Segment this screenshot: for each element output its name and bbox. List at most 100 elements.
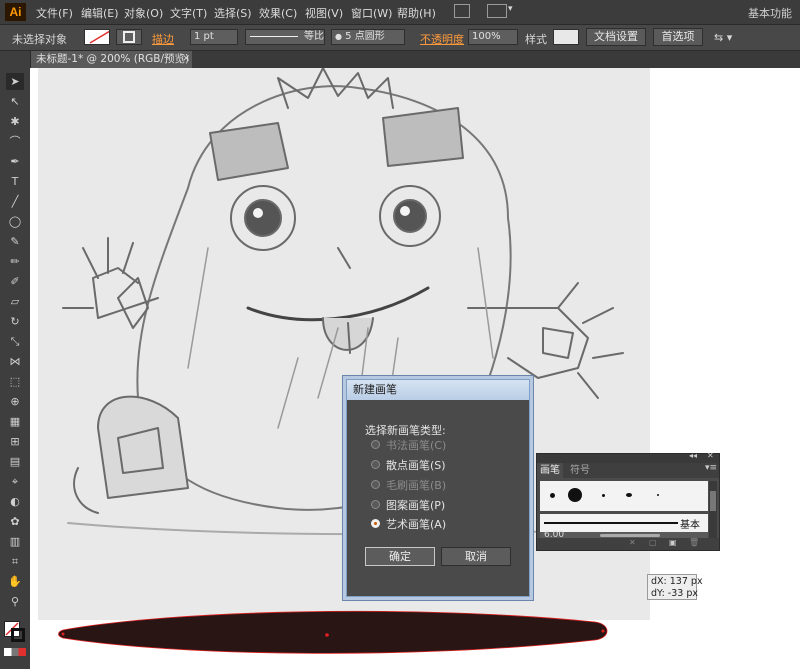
menu-help[interactable]: 帮助(H) [397, 5, 436, 21]
type-tool-icon[interactable]: T [6, 173, 24, 190]
none-fill-icon [89, 30, 109, 44]
stroke-swatch[interactable] [116, 29, 142, 45]
menu-type[interactable]: 文字(T) [170, 5, 207, 21]
brush-type-prompt: 选择新画笔类型: [365, 424, 446, 437]
eraser-tool-icon[interactable]: ▱ [6, 293, 24, 310]
brush-definition-label: 5 点圆形 [345, 31, 385, 42]
brush-stroke-shape[interactable] [55, 608, 615, 668]
option-scatter-label[interactable]: 散点画笔(S) [386, 457, 446, 473]
brush-preview-stroke [600, 534, 660, 537]
close-tab-icon[interactable]: × [182, 53, 190, 64]
variable-width-profile[interactable]: 等比 [245, 29, 325, 45]
menu-file[interactable]: 文件(F) [36, 5, 73, 21]
option-art-label[interactable]: 艺术画笔(A) [386, 516, 446, 532]
free-transform-tool-icon[interactable]: ⬚ [6, 373, 24, 390]
align-icon[interactable]: ⇆ ▾ [714, 31, 732, 44]
symbol-sprayer-tool-icon[interactable]: ✿ [6, 513, 24, 530]
shape-builder-tool-icon[interactable]: ⊕ [6, 393, 24, 410]
blend-tool-icon[interactable]: ◐ [6, 493, 24, 510]
option-pattern-label[interactable]: 图案画笔(P) [386, 497, 445, 513]
ellipse-tool-icon[interactable]: ◯ [6, 213, 24, 230]
tab-symbols[interactable]: 符号 [567, 463, 593, 478]
workspace-switcher[interactable]: 基本功能 [748, 5, 792, 21]
radio-bristle [371, 480, 380, 489]
color-mode-icon[interactable] [4, 648, 26, 656]
profile-line [250, 36, 298, 37]
magic-wand-tool-icon[interactable]: ✱ [6, 113, 24, 130]
column-graph-tool-icon[interactable]: ▥ [6, 533, 24, 550]
brush-swatch-dot[interactable] [657, 494, 659, 496]
menu-object[interactable]: 对象(O) [124, 5, 163, 21]
rotate-tool-icon[interactable]: ↻ [6, 313, 24, 330]
document-tab[interactable]: 未标题-1* @ 200% (RGB/预览) [30, 51, 192, 68]
panel-menu-icon[interactable]: ▾≡ [705, 463, 717, 473]
artboard-tool-icon[interactable]: ⌗ [6, 553, 24, 570]
cancel-button[interactable]: 取消 [441, 547, 511, 566]
lasso-tool-icon[interactable]: ⌒ [6, 133, 24, 150]
scale-tool-icon[interactable]: ⤡ [6, 333, 24, 350]
new-brush-icon[interactable]: ▣ [669, 538, 677, 547]
radio-pattern[interactable] [371, 500, 380, 509]
brushes-panel: ◂◂ ✕ 画笔 符号 ▾≡ 基本 6.00 ✕ ▢ ▣ 🗑 [536, 451, 720, 551]
graphic-style-swatch[interactable] [553, 29, 579, 45]
zoom-tool-icon[interactable]: ⚲ [6, 593, 24, 610]
direct-selection-tool-icon[interactable]: ↖ [6, 93, 24, 110]
tab-brushes[interactable]: 画笔 [537, 463, 563, 478]
radio-scatter[interactable] [371, 460, 380, 469]
stroke-label[interactable]: 描边 [152, 31, 174, 47]
new-brush-dialog: 新建画笔 选择新画笔类型: 书法画笔(C) 散点画笔(S) 毛刷画笔(B) 图案… [346, 379, 530, 597]
smart-guide-tooltip: dX: 137 px dY: -33 px [647, 574, 703, 600]
bridge-icon[interactable] [454, 4, 470, 18]
hand-tool-icon[interactable]: ✋ [6, 573, 24, 590]
delete-brush-icon[interactable]: 🗑 [689, 538, 699, 547]
brush-swatch-small[interactable] [602, 494, 605, 497]
pen-tool-icon[interactable]: ✒ [6, 153, 24, 170]
chevron-down-icon[interactable]: ▾ [508, 4, 513, 14]
document-setup-button[interactable]: 文档设置 [586, 28, 646, 46]
radio-calligraphic [371, 440, 380, 449]
selection-status: 未选择对象 [12, 33, 67, 46]
collapse-panel-icon[interactable]: ◂◂ [689, 451, 697, 460]
option-calligraphic-label: 书法画笔(C) [386, 439, 447, 452]
remove-stroke-icon[interactable]: ✕ [629, 538, 636, 547]
tools-panel: ➤ ↖ ✱ ⌒ ✒ T ╱ ◯ ✎ ✏ ✐ ▱ ↻ ⤡ ⋈ ⬚ ⊕ ▦ ⊞ ▤ … [0, 51, 31, 669]
delta-y-readout: dY: -33 px [651, 588, 698, 599]
ok-button[interactable]: 确定 [365, 547, 435, 566]
stroke-color-icon[interactable] [11, 628, 25, 642]
brush-definition[interactable]: ● 5 点圆形 [331, 29, 405, 45]
stroke-weight-field[interactable]: 1 pt [190, 29, 238, 45]
panel-header[interactable]: ◂◂ ✕ [537, 451, 719, 463]
pencil-tool-icon[interactable]: ✏ [6, 253, 24, 270]
selection-tool-icon[interactable]: ➤ [6, 73, 24, 90]
menu-edit[interactable]: 编辑(E) [81, 5, 119, 21]
brush-swatches [540, 481, 708, 511]
brush-swatch-tiny[interactable] [550, 493, 555, 498]
menu-select[interactable]: 选择(S) [214, 5, 252, 21]
close-panel-icon[interactable]: ✕ [707, 451, 714, 460]
perspective-grid-tool-icon[interactable]: ▦ [6, 413, 24, 430]
brush-swatch-oval[interactable] [626, 493, 632, 497]
dialog-title[interactable]: 新建画笔 [347, 380, 529, 400]
document-tab-title: 未标题-1* @ 200% (RGB/预览) [36, 53, 190, 65]
basic-brush-row[interactable]: 基本 [540, 514, 708, 532]
mesh-tool-icon[interactable]: ⊞ [6, 433, 24, 450]
width-tool-icon[interactable]: ⋈ [6, 353, 24, 370]
menu-view[interactable]: 视图(V) [305, 5, 343, 21]
menu-effect[interactable]: 效果(C) [259, 5, 297, 21]
blob-brush-tool-icon[interactable]: ✐ [6, 273, 24, 290]
arrange-documents-icon[interactable] [487, 4, 507, 18]
scroll-thumb[interactable] [710, 491, 716, 511]
preferences-button[interactable]: 首选项 [653, 28, 703, 46]
fill-swatch[interactable] [84, 29, 110, 45]
brush-options-icon[interactable]: ▢ [649, 538, 657, 547]
brush-swatch-large[interactable] [568, 488, 582, 502]
opacity-label[interactable]: 不透明度 [420, 31, 464, 47]
radio-art[interactable] [371, 519, 380, 528]
opacity-field[interactable]: 100% [468, 29, 518, 45]
paintbrush-tool-icon[interactable]: ✎ [6, 233, 24, 250]
line-tool-icon[interactable]: ╱ [6, 193, 24, 210]
app-logo: Ai [5, 3, 26, 21]
eyedropper-tool-icon[interactable]: ⌖ [6, 473, 24, 490]
menu-window[interactable]: 窗口(W) [351, 5, 392, 21]
gradient-tool-icon[interactable]: ▤ [6, 453, 24, 470]
